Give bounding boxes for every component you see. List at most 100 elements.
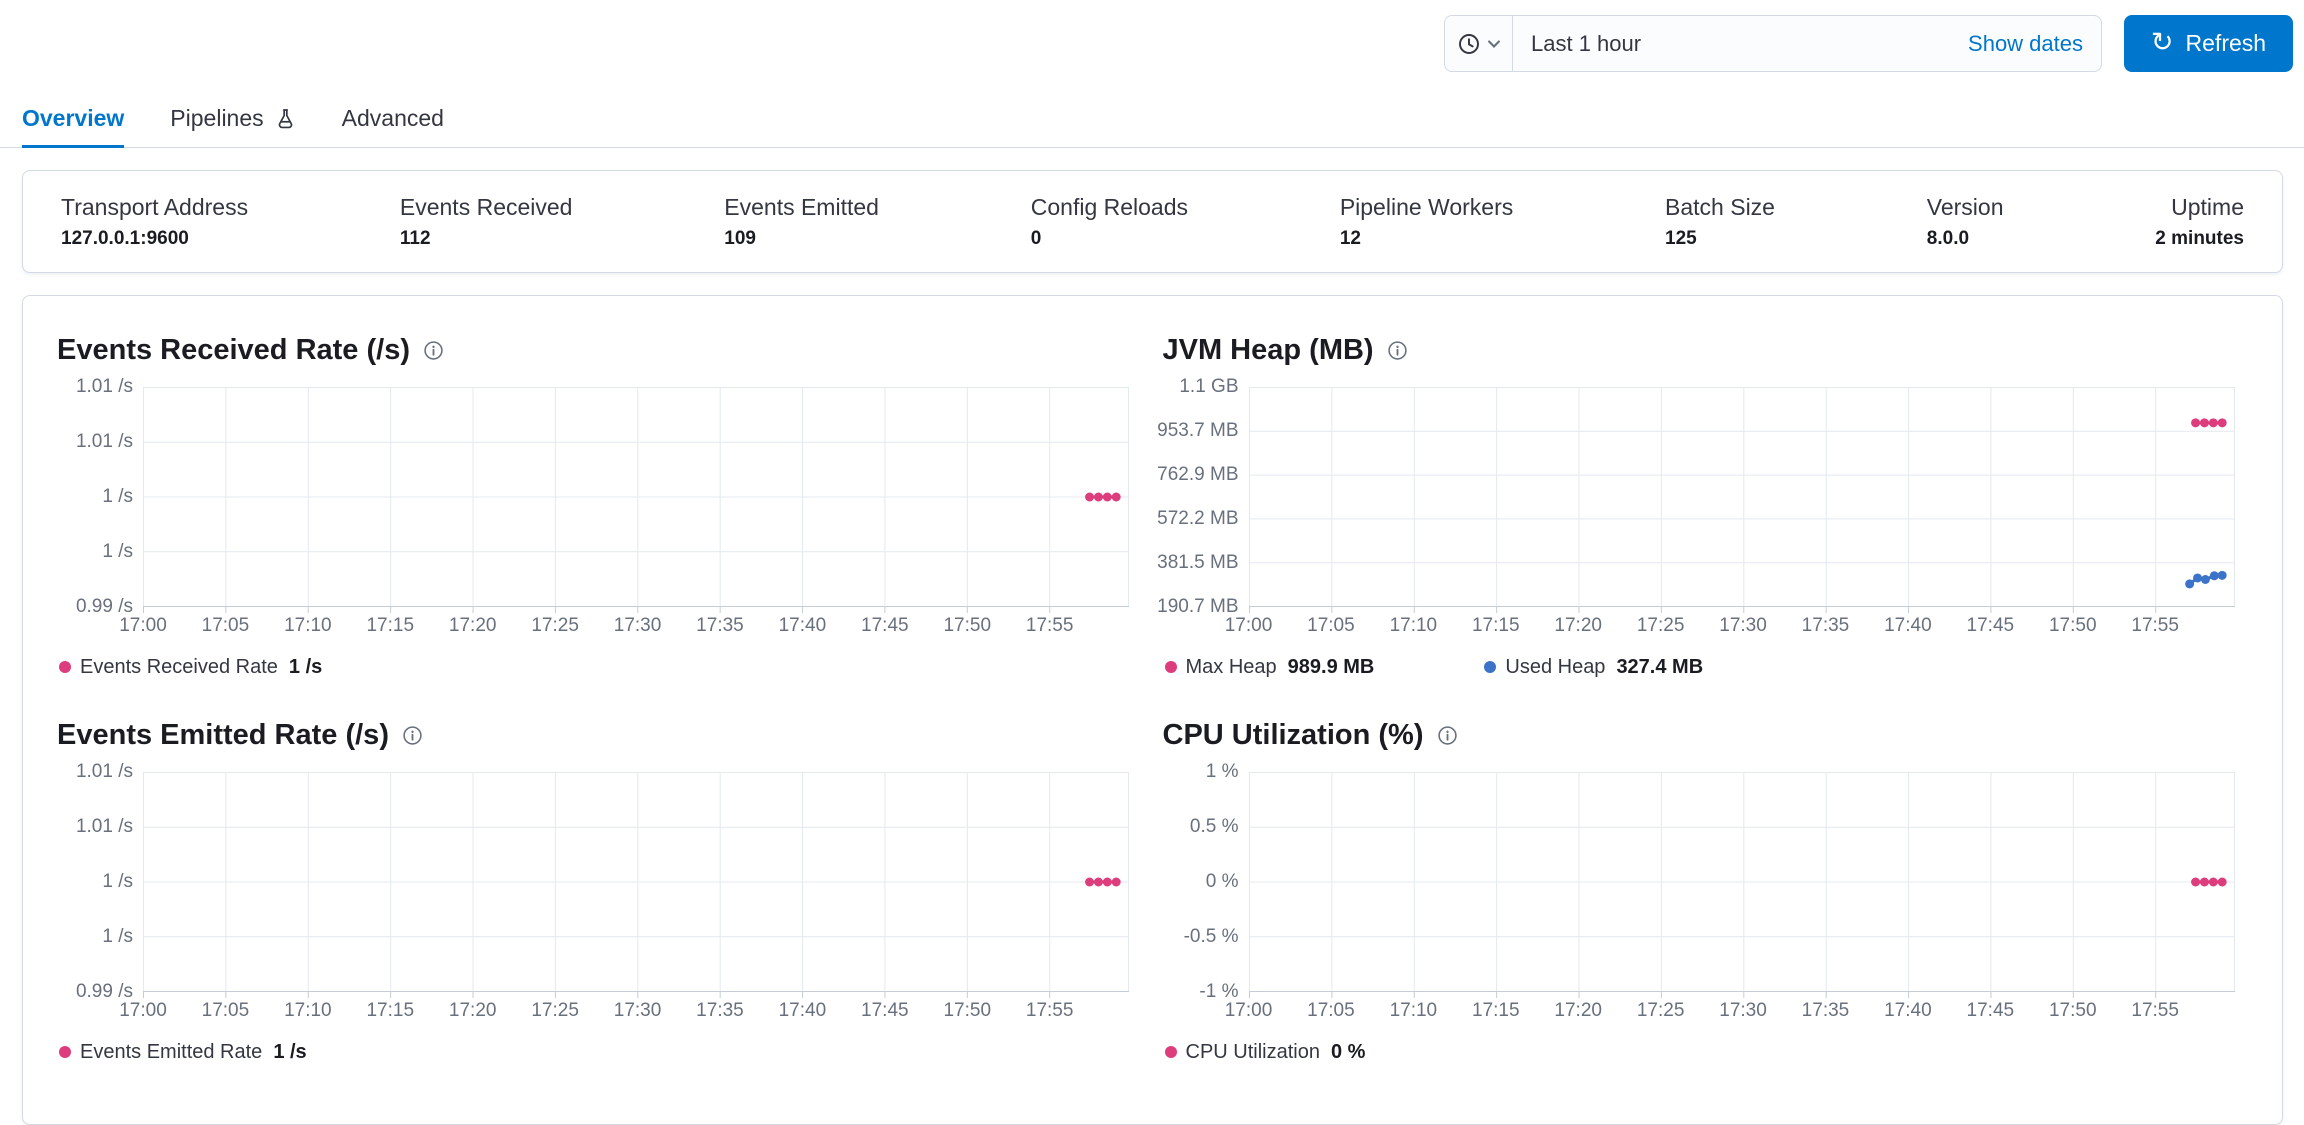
x-axis-label: 17:25 [531, 1000, 579, 1021]
legend-dot [1164, 661, 1177, 673]
x-axis-label: 17:45 [1966, 615, 2015, 636]
legend-series-name: Events Received Rate [80, 655, 278, 678]
legend-series-value: 327.4 MB [1616, 655, 1704, 678]
chart-plot [1248, 387, 2235, 613]
x-axis-label: 17:40 [1884, 1000, 1932, 1021]
x-axis-label: 17:15 [366, 1000, 415, 1021]
legend-series-value: 989.9 MB [1287, 655, 1375, 678]
show-dates-link[interactable]: Show dates [1968, 16, 2101, 71]
chart-legend: CPU Utilization 0 % [1163, 1040, 2235, 1064]
x-axis-label: 17:10 [284, 1000, 332, 1021]
x-axis-label: 17:30 [1719, 1000, 1767, 1021]
x-axis: 17:00 17:05 17:10 17:15 17:20 17:25 17:30 17:35… [119, 615, 1129, 641]
quick-select-button[interactable] [1445, 16, 1513, 71]
x-axis-label: 17:25 [1636, 615, 1685, 636]
chart-title: Events Received Rate (/s) [57, 334, 410, 366]
refresh-icon: ↻ [2150, 26, 2174, 58]
tab-pipelines[interactable]: Pipelines [170, 92, 295, 148]
topbar: Last 1 hour Show dates ↻ Refresh [0, 0, 2304, 72]
charts-grid: Events Received Rate (/s) 1.01 /s 1.01 /s… [23, 296, 2282, 1064]
x-axis-label: 17:05 [1307, 1000, 1355, 1021]
selected-time-range[interactable]: Last 1 hour [1513, 16, 1968, 71]
x-axis-label: 17:50 [2048, 615, 2097, 636]
x-axis-label: 17:45 [1966, 1000, 2015, 1021]
summary-item-transport-address: Transport Address 127.0.0.1:9600 [61, 194, 248, 250]
y-axis-label: 762.9 MB [1157, 464, 1239, 485]
chart-plot [143, 387, 1129, 613]
summary-item-uptime: Uptime 2 minutes [2155, 194, 2244, 250]
charts-panel: Events Received Rate (/s) 1.01 /s 1.01 /s… [22, 295, 2283, 1125]
info-icon[interactable] [1437, 725, 1458, 746]
tab-bar: Overview Pipelines Advanced [0, 92, 2304, 148]
summary-label: Version [1926, 193, 2004, 220]
y-axis-label: -0.5 % [1183, 926, 1239, 947]
x-axis-label: 17:00 [119, 615, 167, 636]
chevron-down-icon [1487, 39, 1500, 48]
chart-title: JVM Heap (MB) [1162, 334, 1374, 366]
legend-series-name: Max Heap [1185, 655, 1277, 678]
x-axis-label: 17:35 [696, 1000, 744, 1021]
y-axis: 1.1 GB 953.7 MB 762.9 MB 572.2 MB 381.5 MB 19… [1157, 376, 1249, 617]
info-icon[interactable] [402, 725, 423, 746]
x-axis-label: 17:25 [531, 615, 579, 636]
tab-advanced[interactable]: Advanced [342, 92, 444, 148]
legend-item[interactable]: Events Emitted Rate 1 /s [59, 1040, 307, 1064]
summary-value: 0 [1030, 227, 1042, 249]
x-axis-label: 17:20 [448, 615, 497, 636]
summary-item-events-emitted: Events Emitted 109 [724, 194, 879, 250]
x-axis-label: 17:30 [1719, 615, 1767, 636]
legend-series-name: Events Emitted Rate [80, 1040, 263, 1063]
chart-events-emitted-rate: Events Emitted Rate (/s) 1.01 /s 1.01 /s 1… [57, 719, 1129, 1064]
refresh-button-label: Refresh [2185, 30, 2267, 56]
tab-advanced-label: Advanced [341, 105, 444, 131]
legend-series-name: Used Heap [1505, 655, 1606, 678]
beaker-icon [278, 109, 292, 129]
summary-value: 112 [399, 227, 431, 249]
chart-title: Events Emitted Rate (/s) [57, 719, 389, 751]
x-axis-label: 17:45 [861, 1000, 909, 1021]
x-axis-label: 17:50 [943, 615, 992, 636]
x-axis-label: 17:10 [1389, 615, 1438, 636]
info-icon[interactable] [1387, 340, 1408, 361]
legend-series-value: 1 /s [288, 655, 323, 678]
x-axis-label: 17:05 [201, 1000, 250, 1021]
y-axis-label: 572.2 MB [1157, 508, 1239, 529]
x-axis-label: 17:40 [778, 1000, 827, 1021]
y-axis-label: 381.5 MB [1157, 552, 1239, 573]
chart-plot [143, 772, 1129, 998]
x-axis-label: 17:35 [1801, 1000, 1850, 1021]
summary-item-config-reloads: Config Reloads 0 [1031, 194, 1188, 250]
x-axis-label: 17:15 [366, 615, 415, 636]
x-axis-label: 17:30 [613, 1000, 662, 1021]
legend-item[interactable]: Events Received Rate 1 /s [59, 655, 322, 679]
y-axis-label: 953.7 MB [1157, 420, 1239, 441]
x-axis: 17:00 17:05 17:10 17:15 17:20 17:25 17:30 17:35… [1225, 615, 2235, 641]
x-axis-label: 17:50 [943, 1000, 992, 1021]
tab-overview[interactable]: Overview [22, 92, 125, 148]
summary-label: Batch Size [1665, 193, 1775, 220]
x-axis-label: 17:40 [778, 615, 827, 636]
legend-series-value: 0 % [1330, 1040, 1366, 1063]
date-picker: Last 1 hour Show dates [1444, 15, 2102, 72]
x-axis-label: 17:40 [1884, 615, 1932, 636]
summary-value: 125 [1665, 227, 1697, 249]
legend-dot [1164, 1046, 1177, 1058]
summary-item-version: Version 8.0.0 [1927, 194, 2004, 250]
info-icon[interactable] [423, 340, 444, 361]
y-axis-label: 0 % [1205, 871, 1239, 892]
y-axis-label: 1 /s [102, 871, 133, 892]
refresh-button[interactable]: ↻ Refresh [2124, 15, 2293, 72]
legend-item[interactable]: Max Heap 989.9 MB [1164, 655, 1375, 679]
y-axis-label: 0.5 % [1189, 816, 1239, 837]
x-axis-label: 17:00 [119, 1000, 167, 1021]
summary-label: Pipeline Workers [1339, 193, 1514, 220]
y-axis-label: 1 /s [102, 486, 133, 507]
legend-item[interactable]: Used Heap 327.4 MB [1484, 655, 1703, 679]
x-axis-label: 17:35 [696, 615, 744, 636]
summary-item-events-received: Events Received 112 [400, 194, 573, 250]
chart-title: CPU Utilization (%) [1162, 719, 1424, 751]
tab-overview-label: Overview [22, 105, 125, 131]
y-axis-label: 1 /s [102, 926, 133, 947]
legend-item[interactable]: CPU Utilization 0 % [1164, 1040, 1366, 1064]
summary-label: Events Emitted [724, 193, 879, 220]
